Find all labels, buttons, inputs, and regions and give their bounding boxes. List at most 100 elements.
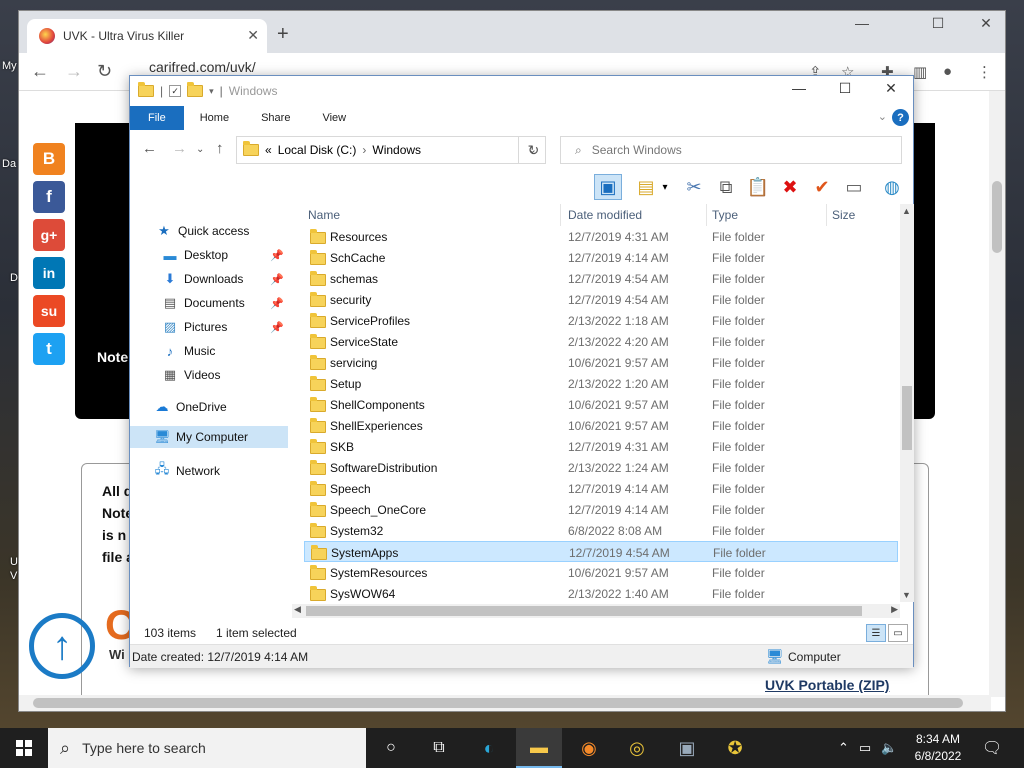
globe-icon[interactable]: ◍ [878,174,906,200]
tab-file[interactable]: File [130,106,184,130]
table-row[interactable]: ServiceProfiles 2/13/2022 1:18 AM File fol… [304,310,898,331]
page-vertical-scrollbar[interactable] [989,91,1005,697]
nav-documents[interactable]: ▤ Documents 📌 [130,292,288,314]
table-row[interactable]: SKB 12/7/2019 4:31 AM File folder [304,436,898,457]
table-row[interactable]: SoftwareDistribution 2/13/2022 1:24 AM Fil… [304,457,898,478]
close-window-button[interactable]: ✕ [963,15,1009,32]
nav-my-computer[interactable]: 🖥 My Computer [130,426,288,448]
menu-kebab-icon[interactable]: ⋮ [977,63,992,81]
large-icons-view-button[interactable]: ▭ [888,624,908,642]
file-list-horizontal-scrollbar[interactable]: ◀ ▶ [292,604,900,618]
table-row[interactable]: Speech_OneCore 12/7/2019 4:14 AM File fold… [304,499,898,520]
show-hidden-icons[interactable]: ⌃ [838,740,849,756]
reload-button[interactable]: ↻ [97,61,112,82]
recent-locations-icon[interactable]: ⌄ [196,144,204,155]
firefox-icon[interactable]: ◉ [566,728,612,768]
nav-music[interactable]: ♪ Music [130,340,288,362]
table-row[interactable]: ShellExperiences 10/6/2021 9:57 AM File fo… [304,415,898,436]
cortana-icon[interactable]: ○ [368,728,414,768]
close-window-button[interactable]: ✕ [868,80,914,97]
nav-onedrive[interactable]: ☁ OneDrive [130,396,288,418]
desktop-icon-label[interactable]: My [2,60,17,72]
scrollbar-thumb[interactable] [306,606,862,616]
select-icon[interactable]: ▭ [840,174,868,200]
column-header-type[interactable]: Type [712,208,738,222]
app-window-icon[interactable]: ▣ [664,728,710,768]
table-row[interactable]: security 12/7/2019 4:54 AM File folder [304,289,898,310]
nav-network[interactable]: 🖧 Network [130,460,288,482]
table-row[interactable]: schemas 12/7/2019 4:54 AM File folder [304,268,898,289]
address-bar[interactable]: « Local Disk (C:) › Windows ⌄ [236,136,546,164]
help-icon[interactable]: ? [892,109,909,126]
nav-videos[interactable]: ▦ Videos [130,364,288,386]
details-view-button[interactable]: ☰ [866,624,886,642]
forward-button[interactable]: → [172,140,187,157]
task-view-icon[interactable]: ⧉ [416,728,462,768]
customize-dropdown-icon[interactable]: ▾ [209,86,214,97]
scroll-down-icon[interactable]: ▼ [902,590,911,600]
nav-quick-access[interactable]: ★ Quick access [130,220,288,242]
page-horizontal-scrollbar[interactable] [19,695,991,711]
nav-pictures[interactable]: ▨ Pictures 📌 [130,316,288,338]
table-row[interactable]: System32 6/8/2022 8:08 AM File folder [304,520,898,541]
breadcrumb-root[interactable]: Local Disk (C:) [278,143,357,157]
desktop-icon-label[interactable]: U [10,556,18,568]
file-list-vertical-scrollbar[interactable]: ▲ ▼ [900,204,914,602]
nav-desktop[interactable]: ▬ Desktop 📌 [130,244,288,266]
taskbar-search-box[interactable]: ⌕ Type here to search [48,728,366,768]
search-input[interactable]: ⌕ Search Windows [560,136,902,164]
back-button[interactable]: ← [31,61,49,82]
cut-icon[interactable]: ✂ [680,174,708,200]
network-tray-icon[interactable]: ▭ [859,740,871,756]
scroll-left-icon[interactable]: ◀ [294,604,301,615]
stumbleupon-share-icon[interactable]: su [33,295,65,327]
properties-checkbox-icon[interactable]: ✓ [169,85,182,97]
breadcrumb-current[interactable]: Windows [372,143,421,157]
clock[interactable]: 8:34 AM 6/8/2022 [900,731,976,765]
google-plus-share-icon[interactable]: g+ [33,219,65,251]
desktop-icon-label[interactable]: V [10,570,17,582]
delete-icon[interactable]: ✖ [776,174,804,200]
properties-icon[interactable]: ▤ [632,174,660,200]
desktop-icon-label[interactable]: Da [2,158,16,170]
table-row[interactable]: ShellComponents 10/6/2021 9:57 AM File fol… [304,394,898,415]
table-row[interactable]: SchCache 12/7/2019 4:14 AM File folder [304,247,898,268]
preview-pane-icon[interactable]: ▣ [594,174,622,200]
volume-icon[interactable]: 🔈 [881,740,897,756]
table-row[interactable]: Setup 2/13/2022 1:20 AM File folder [304,373,898,394]
table-row[interactable]: SysWOW64 2/13/2022 1:40 AM File folder [304,583,898,602]
new-tab-button[interactable]: + [277,23,289,46]
desktop-icon-label[interactable]: D [10,272,18,284]
table-row[interactable]: SystemResources 10/6/2021 9:57 AM File fol… [304,562,898,583]
tab-view[interactable]: View [306,106,362,130]
edge-icon[interactable]: ◐ [466,728,512,768]
minimize-button[interactable]: — [776,80,822,96]
side-panel-icon[interactable]: ▥ [913,63,927,81]
scroll-right-icon[interactable]: ▶ [891,604,898,615]
new-folder-icon[interactable] [187,82,204,97]
table-row[interactable]: servicing 10/6/2021 9:57 AM File folder [304,352,898,373]
nav-downloads[interactable]: ⬇ Downloads 📌 [130,268,288,290]
facebook-share-icon[interactable]: f [33,181,65,213]
uvk-portable-link[interactable]: UVK Portable (ZIP) [765,677,889,693]
file-explorer-taskbar-icon[interactable]: ▬ [516,728,562,768]
browser-tab[interactable]: UVK - Ultra Virus Killer ✕ [27,19,267,53]
column-header-date[interactable]: Date modified [568,208,642,222]
scroll-up-icon[interactable]: ▲ [902,206,911,216]
copy-icon[interactable]: ⧉ [712,174,740,200]
profile-avatar-icon[interactable]: ● [943,63,952,80]
tab-home[interactable]: Home [184,106,245,130]
rename-check-icon[interactable]: ✔ [808,174,836,200]
scrollbar-thumb[interactable] [902,386,912,450]
start-button[interactable] [0,728,48,768]
back-button[interactable]: ← [142,140,157,157]
chrome-icon[interactable]: ◎ [614,728,660,768]
table-row[interactable]: Speech 12/7/2019 4:14 AM File folder [304,478,898,499]
table-row[interactable]: Resources 12/7/2019 4:31 AM File folder [304,226,898,247]
close-tab-icon[interactable]: ✕ [247,27,259,44]
column-header-size[interactable]: Size [832,208,855,222]
column-header-name[interactable]: Name [308,208,340,222]
scrollbar-thumb[interactable] [992,181,1002,253]
notifications-icon[interactable]: 🗨 [982,728,1002,768]
forward-button[interactable]: → [65,61,83,82]
